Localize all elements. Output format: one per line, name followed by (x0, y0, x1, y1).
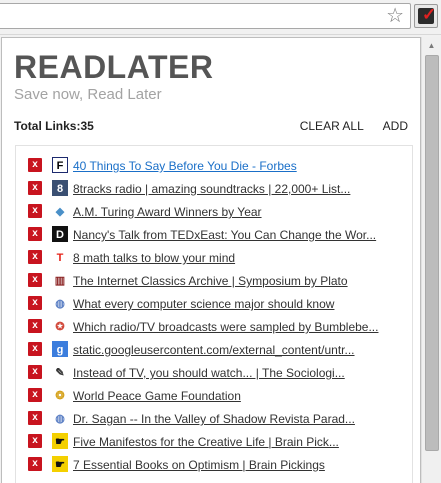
delete-link-button[interactable]: x (28, 273, 42, 287)
delete-link-button[interactable]: x (28, 434, 42, 448)
saved-link[interactable]: The Internet Classics Archive | Symposiu… (73, 274, 348, 288)
list-item: x ☛ Five Manifestos for the Creative Life … (28, 433, 408, 451)
saved-link[interactable]: Dr. Sagan -- In the Valley of Shadow Rev… (73, 412, 355, 426)
list-item: x ❂ World Peace Game Foundation (28, 387, 408, 405)
scrollbar-thumb[interactable] (425, 55, 439, 451)
saved-link[interactable]: static.googleusercontent.com/external_co… (73, 343, 355, 357)
saved-link[interactable]: Instead of TV, you should watch... | The… (73, 366, 345, 380)
reddit-icon: ✪ (52, 318, 68, 334)
clear-all-button[interactable]: CLEAR ALL (300, 119, 364, 133)
google-icon: g (52, 341, 68, 357)
app-subtitle: Save now, Read Later (14, 86, 162, 103)
delete-link-button[interactable]: x (28, 204, 42, 218)
saved-link[interactable]: What every computer science major should… (73, 297, 334, 311)
popup-actions: CLEAR ALL ADD (284, 119, 408, 133)
saved-link[interactable]: 7 Essential Books on Optimism | Brain Pi… (73, 458, 325, 472)
list-item: x g static.googleusercontent.com/external_… (28, 341, 408, 359)
delete-link-button[interactable]: x (28, 457, 42, 471)
add-button[interactable]: ADD (383, 119, 408, 133)
delete-link-button[interactable]: x (28, 227, 42, 241)
list-item: x D Nancy's Talk from TEDxEast: You Can Ch… (28, 226, 408, 244)
delete-link-button[interactable]: x (28, 411, 42, 425)
list-item: x ✎ Instead of TV, you should watch... | T… (28, 364, 408, 382)
browser-toolbar: ☆ ✓ (0, 0, 441, 35)
list-item: x ✪ Which radio/TV broadcasts were sampled… (28, 318, 408, 336)
saved-link[interactable]: Which radio/TV broadcasts were sampled b… (73, 320, 378, 334)
globe-icon: ◍ (52, 295, 68, 311)
ted-icon: T (52, 249, 68, 265)
list-item: xT 8 math talks to blow your mind (28, 249, 408, 267)
total-links-label: Total Links: (14, 119, 81, 133)
globe-icon: ◍ (52, 410, 68, 426)
saved-link[interactable]: 8tracks radio | amazing soundtracks | 22… (73, 182, 350, 196)
list-item: x F 40 Things To Say Before You Die - Forb… (28, 157, 408, 175)
saved-link[interactable]: World Peace Game Foundation (73, 389, 241, 403)
delete-link-button[interactable]: x (28, 158, 42, 172)
delete-link-button[interactable]: x (28, 319, 42, 333)
total-links-count: 35 (80, 119, 94, 133)
saved-link[interactable]: 8 math talks to blow your mind (73, 251, 235, 265)
delete-link-button[interactable]: x (28, 296, 42, 310)
delete-link-button[interactable]: x (28, 342, 42, 356)
diamond-icon: ◆ (52, 203, 68, 219)
star-icon[interactable]: ☆ (386, 5, 404, 27)
brainpickings-icon: ☛ (52, 456, 68, 472)
delete-link-button[interactable]: x (28, 388, 42, 402)
readlater-extension-icon[interactable]: ✓ (414, 4, 438, 28)
saved-link[interactable]: Nancy's Talk from TEDxEast: You Can Chan… (73, 228, 376, 242)
list-item: x ◍ What every computer science major shou… (28, 295, 408, 313)
list-item: x ◆ A.M. Turing Award Winners by Year (28, 203, 408, 221)
scroll-up-arrow-icon[interactable]: ▲ (422, 37, 441, 55)
delete-link-button[interactable]: x (28, 181, 42, 195)
forbes-icon: F (52, 157, 68, 173)
app-title: READLATER (14, 49, 214, 85)
list-item: x ☛ 7 Essential Books on Optimism | Brain … (28, 456, 408, 474)
saved-links-list: x F 40 Things To Say Before You Die - Forb… (15, 145, 413, 483)
saved-link[interactable]: 40 Things To Say Before You Die - Forbes (73, 159, 297, 173)
delete-link-button[interactable]: x (28, 365, 42, 379)
address-bar[interactable]: ☆ (0, 3, 411, 29)
sociological-icon: ✎ (52, 364, 68, 380)
delete-link-button[interactable]: x (28, 250, 42, 264)
list-item: x ▥ The Internet Classics Archive | Sympos… (28, 272, 408, 290)
list-item: x 8 8tracks radio | amazing soundtracks | … (28, 180, 408, 198)
brainpickings-icon: ☛ (52, 433, 68, 449)
list-item: x ◍ Dr. Sagan -- In the Valley of Shadow R… (28, 410, 408, 428)
8tracks-icon: 8 (52, 180, 68, 196)
saved-link[interactable]: A.M. Turing Award Winners by Year (73, 205, 262, 219)
saved-link[interactable]: Five Manifestos for the Creative Life | … (73, 435, 339, 449)
peace-icon: ❂ (52, 387, 68, 403)
readlater-popup: READLATER Save now, Read Later Total Lin… (1, 37, 421, 483)
total-links: Total Links:35 (14, 119, 94, 133)
archive-icon: ▥ (52, 272, 68, 288)
popup-scrollbar[interactable]: ▲ (421, 37, 441, 483)
d-icon: D (52, 226, 68, 242)
